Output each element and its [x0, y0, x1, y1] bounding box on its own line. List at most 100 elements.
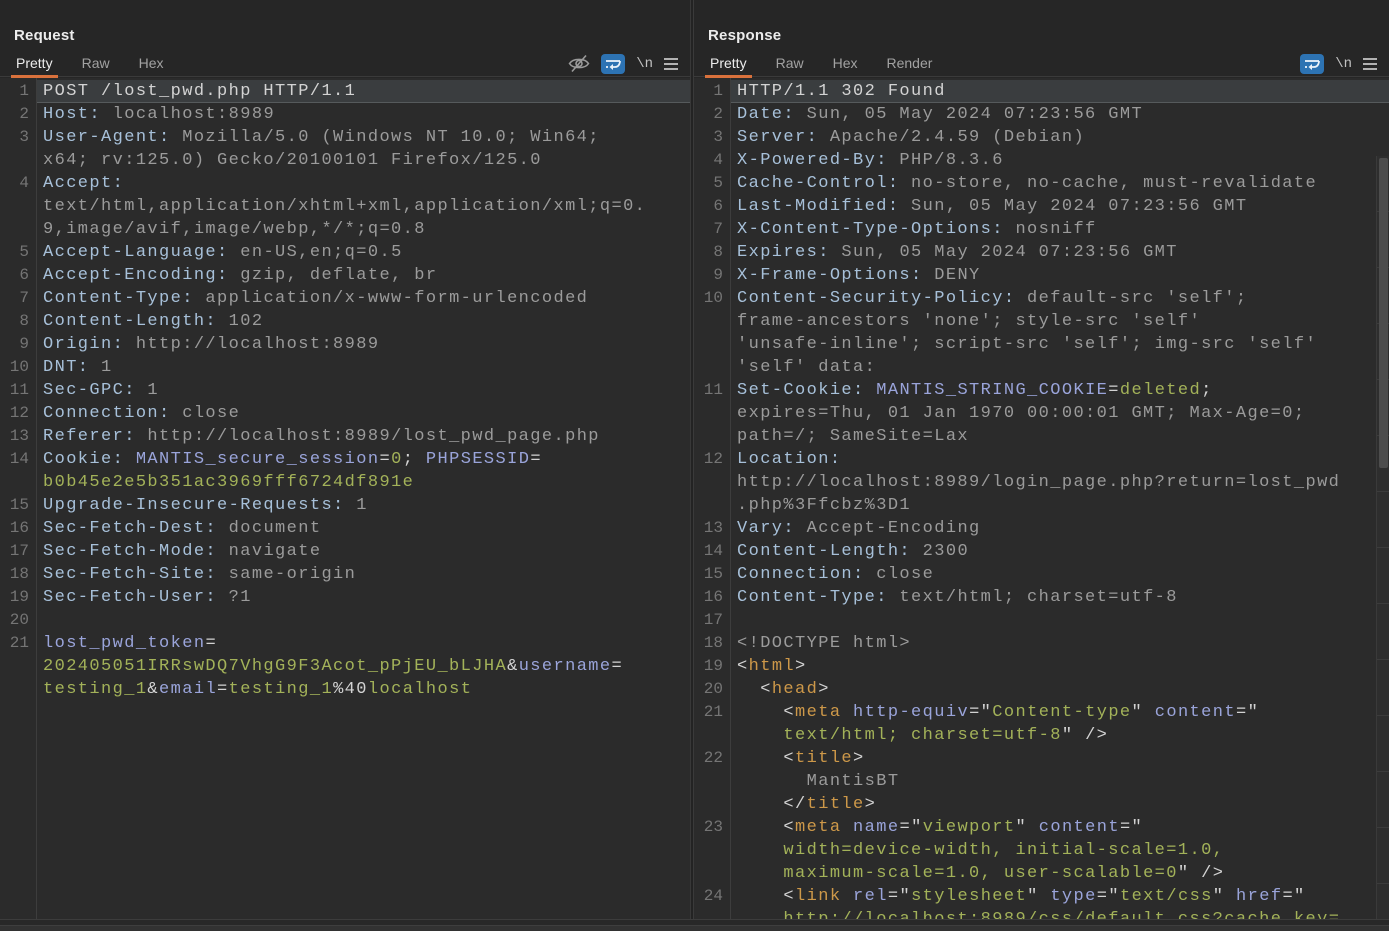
response-editor[interactable]: 1HTTP/1.1 302 Found2Date: Sun, 05 May 20…: [694, 78, 1389, 919]
code-line[interactable]: 9,image/avif,image/webp,*/*;q=0.8: [0, 218, 690, 241]
code-text: Sec-Fetch-User: ?1: [43, 586, 688, 609]
code-line[interactable]: 16Content-Type: text/html; charset=utf-8: [694, 586, 1389, 609]
code-line[interactable]: 9Origin: http://localhost:8989: [0, 333, 690, 356]
code-line[interactable]: 16Sec-Fetch-Dest: document: [0, 517, 690, 540]
code-line[interactable]: 21 <meta http-equiv="Content-type" conte…: [694, 701, 1389, 724]
code-text: text/html,application/xhtml+xml,applicat…: [43, 195, 688, 218]
code-line[interactable]: 11Sec-GPC: 1: [0, 379, 690, 402]
code-line[interactable]: 14Cookie: MANTIS_secure_session=0; PHPSE…: [0, 448, 690, 471]
code-line[interactable]: frame-ancestors 'none'; style-src 'self': [694, 310, 1389, 333]
line-number: 7: [694, 218, 723, 241]
code-line[interactable]: </title>: [694, 793, 1389, 816]
code-line[interactable]: 9X-Frame-Options: DENY: [694, 264, 1389, 287]
code-line[interactable]: 15Upgrade-Insecure-Requests: 1: [0, 494, 690, 517]
request-editor[interactable]: 1POST /lost_pwd.php HTTP/1.12Host: local…: [0, 78, 690, 919]
newline-chars-icon[interactable]: \n: [1335, 56, 1352, 72]
code-line[interactable]: 17: [694, 609, 1389, 632]
code-line[interactable]: text/html; charset=utf-8" />: [694, 724, 1389, 747]
code-line[interactable]: 21 lost_pwd_token=: [0, 632, 690, 655]
code-line[interactable]: 6Accept-Encoding: gzip, deflate, br: [0, 264, 690, 287]
code-line[interactable]: .php%3Ffcbz%3D1: [694, 494, 1389, 517]
code-line[interactable]: 7Content-Type: application/x-www-form-ur…: [0, 287, 690, 310]
code-line[interactable]: 12Location:: [694, 448, 1389, 471]
code-text: lost_pwd_token=: [43, 632, 688, 655]
line-number: 12: [0, 402, 29, 425]
code-line[interactable]: width=device-width, initial-scale=1.0,: [694, 839, 1389, 862]
code-line[interactable]: 'self' data:: [694, 356, 1389, 379]
newline-chars-icon[interactable]: \n: [636, 56, 653, 72]
code-line[interactable]: x64; rv:125.0) Gecko/20100101 Firefox/12…: [0, 149, 690, 172]
code-line[interactable]: 22 <title>: [694, 747, 1389, 770]
code-text: frame-ancestors 'none'; style-src 'self': [737, 310, 1387, 333]
tab-hex[interactable]: Hex: [833, 55, 858, 71]
code-line[interactable]: path=/; SameSite=Lax: [694, 425, 1389, 448]
code-line[interactable]: 17Sec-Fetch-Mode: navigate: [0, 540, 690, 563]
line-number: 4: [0, 172, 29, 195]
code-area: 1POST /lost_pwd.php HTTP/1.12Host: local…: [0, 78, 690, 919]
line-number: 21: [0, 632, 29, 655]
menu-icon[interactable]: [664, 58, 678, 70]
code-line[interactable]: text/html,application/xhtml+xml,applicat…: [0, 195, 690, 218]
bottom-scroll-strip[interactable]: [0, 925, 1389, 931]
tab-raw[interactable]: Raw: [82, 55, 110, 71]
response-scrollbar[interactable]: [1376, 156, 1389, 919]
code-line[interactable]: 8Expires: Sun, 05 May 2024 07:23:56 GMT: [694, 241, 1389, 264]
code-line[interactable]: 20: [0, 609, 690, 632]
code-line[interactable]: 19<html>: [694, 655, 1389, 678]
code-line[interactable]: 10DNT: 1: [0, 356, 690, 379]
code-line[interactable]: 20 <head>: [694, 678, 1389, 701]
code-line[interactable]: 11Set-Cookie: MANTIS_STRING_COOKIE=delet…: [694, 379, 1389, 402]
code-line[interactable]: http://localhost:8989/css/default.css?ca…: [694, 908, 1389, 919]
code-line[interactable]: 3User-Agent: Mozilla/5.0 (Windows NT 10.…: [0, 126, 690, 149]
code-line[interactable]: 12Connection: close: [0, 402, 690, 425]
menu-icon[interactable]: [1363, 58, 1377, 70]
code-line[interactable]: maximum-scale=1.0, user-scalable=0" />: [694, 862, 1389, 885]
code-line[interactable]: 5Accept-Language: en-US,en;q=0.5: [0, 241, 690, 264]
tab-pretty[interactable]: Pretty: [16, 55, 53, 71]
line-number: 9: [0, 333, 29, 356]
word-wrap-icon[interactable]: [1300, 54, 1324, 74]
word-wrap-icon[interactable]: [601, 54, 625, 74]
code-line[interactable]: 2Date: Sun, 05 May 2024 07:23:56 GMT: [694, 103, 1389, 126]
tab-render[interactable]: Render: [887, 55, 933, 71]
code-line[interactable]: testing_1&email=testing_1%40localhost: [0, 678, 690, 701]
line-number: 8: [694, 241, 723, 264]
code-line[interactable]: 8Content-Length: 102: [0, 310, 690, 333]
tab-raw[interactable]: Raw: [776, 55, 804, 71]
line-number: 17: [0, 540, 29, 563]
code-line[interactable]: 3Server: Apache/2.4.59 (Debian): [694, 126, 1389, 149]
code-line[interactable]: b0b45e2e5b351ac3969fff6724df891e: [0, 471, 690, 494]
code-line[interactable]: 23 <meta name="viewport" content=": [694, 816, 1389, 839]
code-line[interactable]: 24 <link rel="stylesheet" type="text/css…: [694, 885, 1389, 908]
tab-pretty[interactable]: Pretty: [710, 55, 747, 71]
code-line[interactable]: 13Vary: Accept-Encoding: [694, 517, 1389, 540]
code-line[interactable]: 1HTTP/1.1 302 Found: [694, 80, 1389, 103]
scrollbar-thumb[interactable]: [1379, 158, 1388, 468]
code-line[interactable]: 'unsafe-inline'; script-src 'self'; img-…: [694, 333, 1389, 356]
code-line[interactable]: 18Sec-Fetch-Site: same-origin: [0, 563, 690, 586]
code-text: x64; rv:125.0) Gecko/20100101 Firefox/12…: [43, 149, 688, 172]
code-line[interactable]: 202405051IRRswDQ7VhgG9F3Acot_pPjEU_bLJHA…: [0, 655, 690, 678]
code-line[interactable]: 13Referer: http://localhost:8989/lost_pw…: [0, 425, 690, 448]
tab-hex[interactable]: Hex: [139, 55, 164, 71]
code-text: maximum-scale=1.0, user-scalable=0" />: [737, 862, 1387, 885]
code-line[interactable]: 5Cache-Control: no-store, no-cache, must…: [694, 172, 1389, 195]
code-line[interactable]: 15Connection: close: [694, 563, 1389, 586]
code-line[interactable]: 6Last-Modified: Sun, 05 May 2024 07:23:5…: [694, 195, 1389, 218]
code-line[interactable]: 18<!DOCTYPE html>: [694, 632, 1389, 655]
line-number: 5: [694, 172, 723, 195]
line-number: 4: [694, 149, 723, 172]
code-line[interactable]: expires=Thu, 01 Jan 1970 00:00:01 GMT; M…: [694, 402, 1389, 425]
code-line[interactable]: 10Content-Security-Policy: default-src '…: [694, 287, 1389, 310]
code-line[interactable]: 19Sec-Fetch-User: ?1: [0, 586, 690, 609]
code-line[interactable]: 4 Accept:: [0, 172, 690, 195]
code-line[interactable]: 4X-Powered-By: PHP/8.3.6: [694, 149, 1389, 172]
code-line[interactable]: 14Content-Length: 2300: [694, 540, 1389, 563]
code-line[interactable]: 7X-Content-Type-Options: nosniff: [694, 218, 1389, 241]
code-line[interactable]: http://localhost:8989/login_page.php?ret…: [694, 471, 1389, 494]
code-line[interactable]: 1POST /lost_pwd.php HTTP/1.1: [0, 80, 690, 103]
code-line[interactable]: 2Host: localhost:8989: [0, 103, 690, 126]
code-line[interactable]: MantisBT: [694, 770, 1389, 793]
code-text: Accept:: [43, 172, 688, 195]
hide-nonprintable-eye-icon[interactable]: [568, 54, 590, 73]
